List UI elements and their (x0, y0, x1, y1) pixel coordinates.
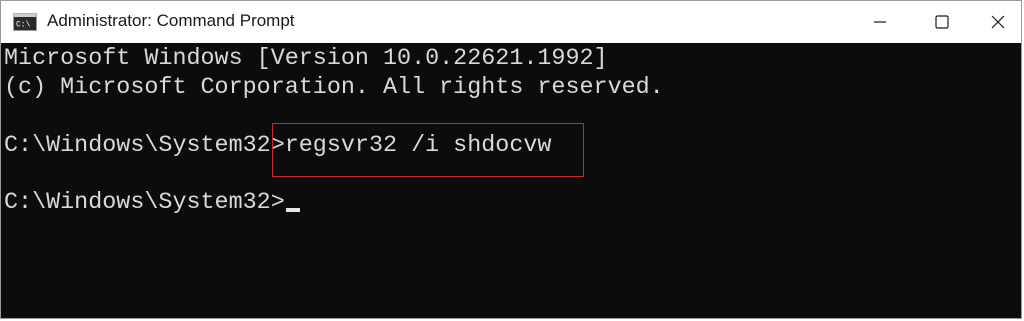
version-line: Microsoft Windows [Version 10.0.22621.19… (4, 46, 608, 72)
command-prompt-icon: C:\ (13, 13, 37, 31)
svg-text:C:\: C:\ (16, 21, 31, 30)
maximize-icon (935, 15, 949, 29)
command-highlight-box (272, 123, 584, 177)
title-bar[interactable]: C:\ Administrator: Command Prompt (1, 1, 1021, 43)
copyright-line: (c) Microsoft Corporation. All rights re… (4, 75, 664, 101)
current-prompt-line[interactable]: C:\Windows\System32> (4, 189, 300, 217)
minimize-button[interactable] (849, 1, 911, 43)
command-prompt-window: C:\ Administrator: Command Prompt Micros… (0, 0, 1022, 319)
text-cursor (285, 208, 300, 212)
prompt: C:\Windows\System32> (4, 133, 285, 159)
maximize-button[interactable] (911, 1, 973, 43)
minimize-icon (874, 21, 886, 23)
console-output[interactable]: Microsoft Windows [Version 10.0.22621.19… (1, 43, 1021, 318)
close-button[interactable] (973, 1, 1023, 43)
close-icon (991, 15, 1005, 29)
window-title: Administrator: Command Prompt (47, 11, 295, 30)
prompt: C:\Windows\System32> (4, 190, 285, 216)
